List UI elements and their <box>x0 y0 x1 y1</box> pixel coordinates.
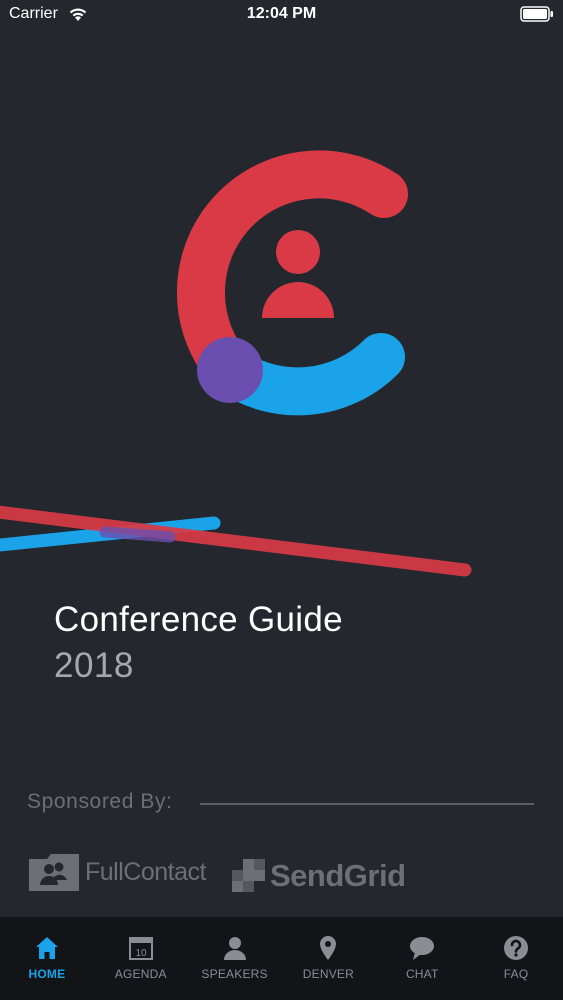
logo-person-head <box>276 230 320 274</box>
tab-label: FAQ <box>503 967 529 981</box>
fullcontact-logo-icon <box>29 854 79 891</box>
tab-label: SPEAKERS <box>201 967 268 981</box>
tab-bar: HOME 10 AGENDA SPEAKERS DENVER CHAT FAQ <box>0 917 563 1000</box>
sponsor-name: SendGrid <box>270 858 406 893</box>
conference-year: 2018 <box>54 646 134 685</box>
tab-label: AGENDA <box>114 967 167 981</box>
sponsored-by-label: Sponsored By: <box>27 790 173 813</box>
sponsor-sendgrid[interactable]: SendGrid <box>232 856 406 896</box>
sponsor-fullcontact[interactable]: FullContact <box>27 850 206 894</box>
calendar-icon: 10 <box>128 937 153 960</box>
tab-label: CHAT <box>405 967 439 981</box>
calendar-badge: 10 <box>135 948 147 959</box>
tab-chat[interactable]: CHAT <box>375 917 469 1000</box>
logo-purple-dot <box>197 337 263 403</box>
tab-denver[interactable]: DENVER <box>281 917 375 1000</box>
logo-person-body <box>262 282 334 318</box>
person-icon <box>223 937 246 960</box>
chat-bubble-icon <box>410 937 435 960</box>
tab-faq[interactable]: FAQ <box>469 917 563 1000</box>
tab-speakers[interactable]: SPEAKERS <box>188 917 282 1000</box>
location-pin-icon <box>320 936 337 960</box>
conference-logo <box>0 150 472 577</box>
tab-label: DENVER <box>302 967 354 981</box>
sponsor-divider <box>200 803 534 805</box>
page-title: Conference Guide <box>54 600 343 639</box>
sendgrid-logo-icon <box>232 859 265 892</box>
tab-agenda[interactable]: 10 AGENDA <box>94 917 188 1000</box>
tab-home[interactable]: HOME <box>0 917 94 1000</box>
accent-stripe-overlap <box>99 526 176 543</box>
tab-label: HOME <box>28 967 66 981</box>
sponsor-name: FullContact <box>85 857 206 886</box>
home-icon <box>35 937 58 959</box>
question-icon <box>504 936 529 960</box>
